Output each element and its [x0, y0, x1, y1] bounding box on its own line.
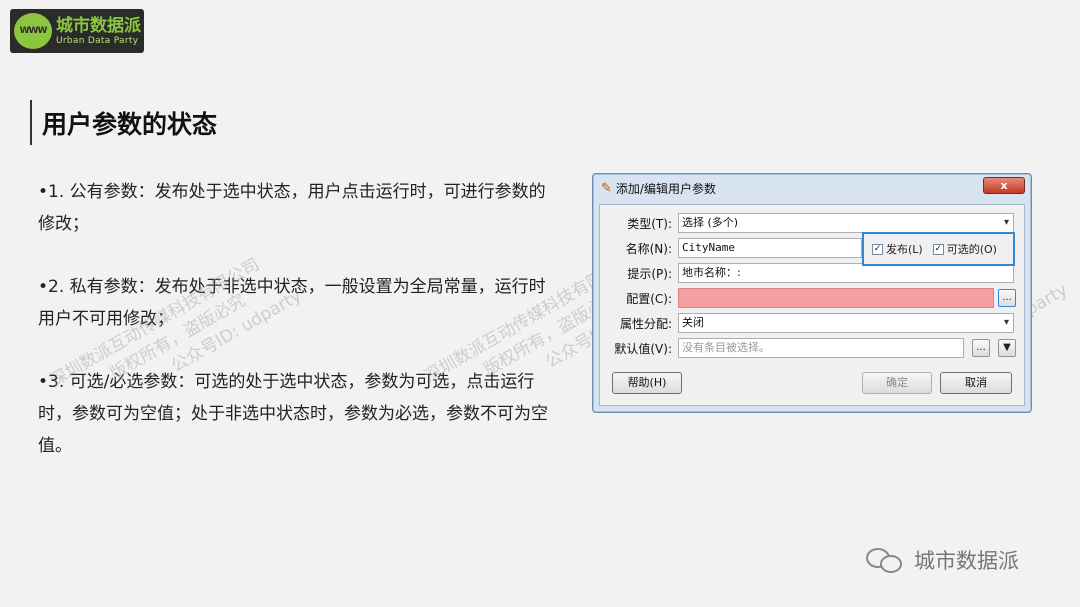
brand-logo: WWW 城市数据派 Urban Data Party: [10, 9, 144, 53]
config-browse-button[interactable]: ...: [998, 289, 1016, 307]
optional-checkbox[interactable]: ✓ 可选的(O): [932, 241, 997, 257]
default-row: 默认值(V): 没有条目被选择。 ... ▼: [600, 338, 1024, 359]
wechat-icon: [866, 546, 906, 574]
name-label: 名称(N):: [625, 242, 672, 256]
default-field[interactable]: 没有条目被选择。: [678, 338, 964, 358]
default-dropdown-button[interactable]: ▼: [998, 339, 1016, 357]
bullet-item: •2. 私有参数：发布处于非选中状态，一般设置为全局常量，运行时用户不可用修改；: [38, 277, 546, 329]
type-select[interactable]: 选择 (多个): [678, 213, 1014, 233]
bullet-item: •1. 公有参数：发布处于选中状态，用户点击运行时，可进行参数的修改；: [38, 182, 546, 234]
checkbox-group: ✓ 发布(L) ✓ 可选的(O): [862, 232, 1015, 266]
bullet-list: •1. 公有参数：发布处于选中状态，用户点击运行时，可进行参数的修改； •2. …: [38, 176, 558, 493]
dialog-titlebar: ✎ 添加/编辑用户参数: [593, 174, 1031, 202]
publish-label: 发布(L): [886, 243, 923, 256]
logo-name-en: Urban Data Party: [56, 36, 139, 46]
ok-button[interactable]: 确定: [862, 372, 932, 394]
config-row: 配置(C): ...: [600, 288, 1024, 309]
type-row: 类型(T): 选择 (多个): [600, 213, 1024, 234]
attr-row: 属性分配: 关闭: [600, 313, 1024, 334]
publish-checkbox[interactable]: ✓ 发布(L): [872, 241, 923, 257]
footer-name: 城市数据派: [914, 549, 1019, 573]
optional-check[interactable]: ✓: [932, 243, 944, 255]
publish-check[interactable]: ✓: [872, 243, 883, 255]
prompt-field[interactable]: 地市名称：:: [678, 263, 1014, 283]
default-label: 默认值(V):: [614, 342, 672, 356]
name-field[interactable]: CityName: [678, 238, 862, 258]
optional-label: 可选的(O): [946, 243, 997, 256]
page-title: 用户参数的状态: [42, 109, 218, 139]
dialog-title: 添加/编辑用户参数: [615, 181, 716, 196]
user-parameter-dialog: ✎ 添加/编辑用户参数 x 类型(T): 选择 (多个) 名称(N): City…: [592, 173, 1032, 413]
prompt-label: 提示(P):: [627, 267, 672, 281]
logo-badge: WWW: [14, 13, 52, 49]
default-browse-button[interactable]: ...: [972, 339, 990, 357]
prompt-row: 提示(P): 地市名称：:: [600, 263, 1024, 284]
config-label: 配置(C):: [626, 292, 672, 306]
footer-brand: 城市数据派: [866, 545, 1019, 575]
logo-text: 城市数据派 Urban Data Party: [56, 16, 141, 46]
attr-label: 属性分配:: [619, 317, 672, 331]
title-bar: 用户参数的状态: [30, 100, 217, 145]
type-label: 类型(T):: [627, 217, 672, 231]
dialog-body: 类型(T): 选择 (多个) 名称(N): CityName 提示(P): 地市…: [599, 204, 1025, 406]
tools-icon: ✎: [601, 180, 612, 196]
logo-name-cn: 城市数据派: [56, 16, 141, 36]
cancel-button[interactable]: 取消: [940, 372, 1012, 394]
close-button[interactable]: x: [983, 177, 1025, 194]
bullet-item: •3. 可选/必选参数：可选的处于选中状态，参数为可选，点击运行时，参数可为空值…: [38, 372, 548, 456]
help-button[interactable]: 帮助(H): [612, 372, 682, 394]
attr-select[interactable]: 关闭: [678, 313, 1014, 333]
config-field[interactable]: [678, 288, 994, 308]
